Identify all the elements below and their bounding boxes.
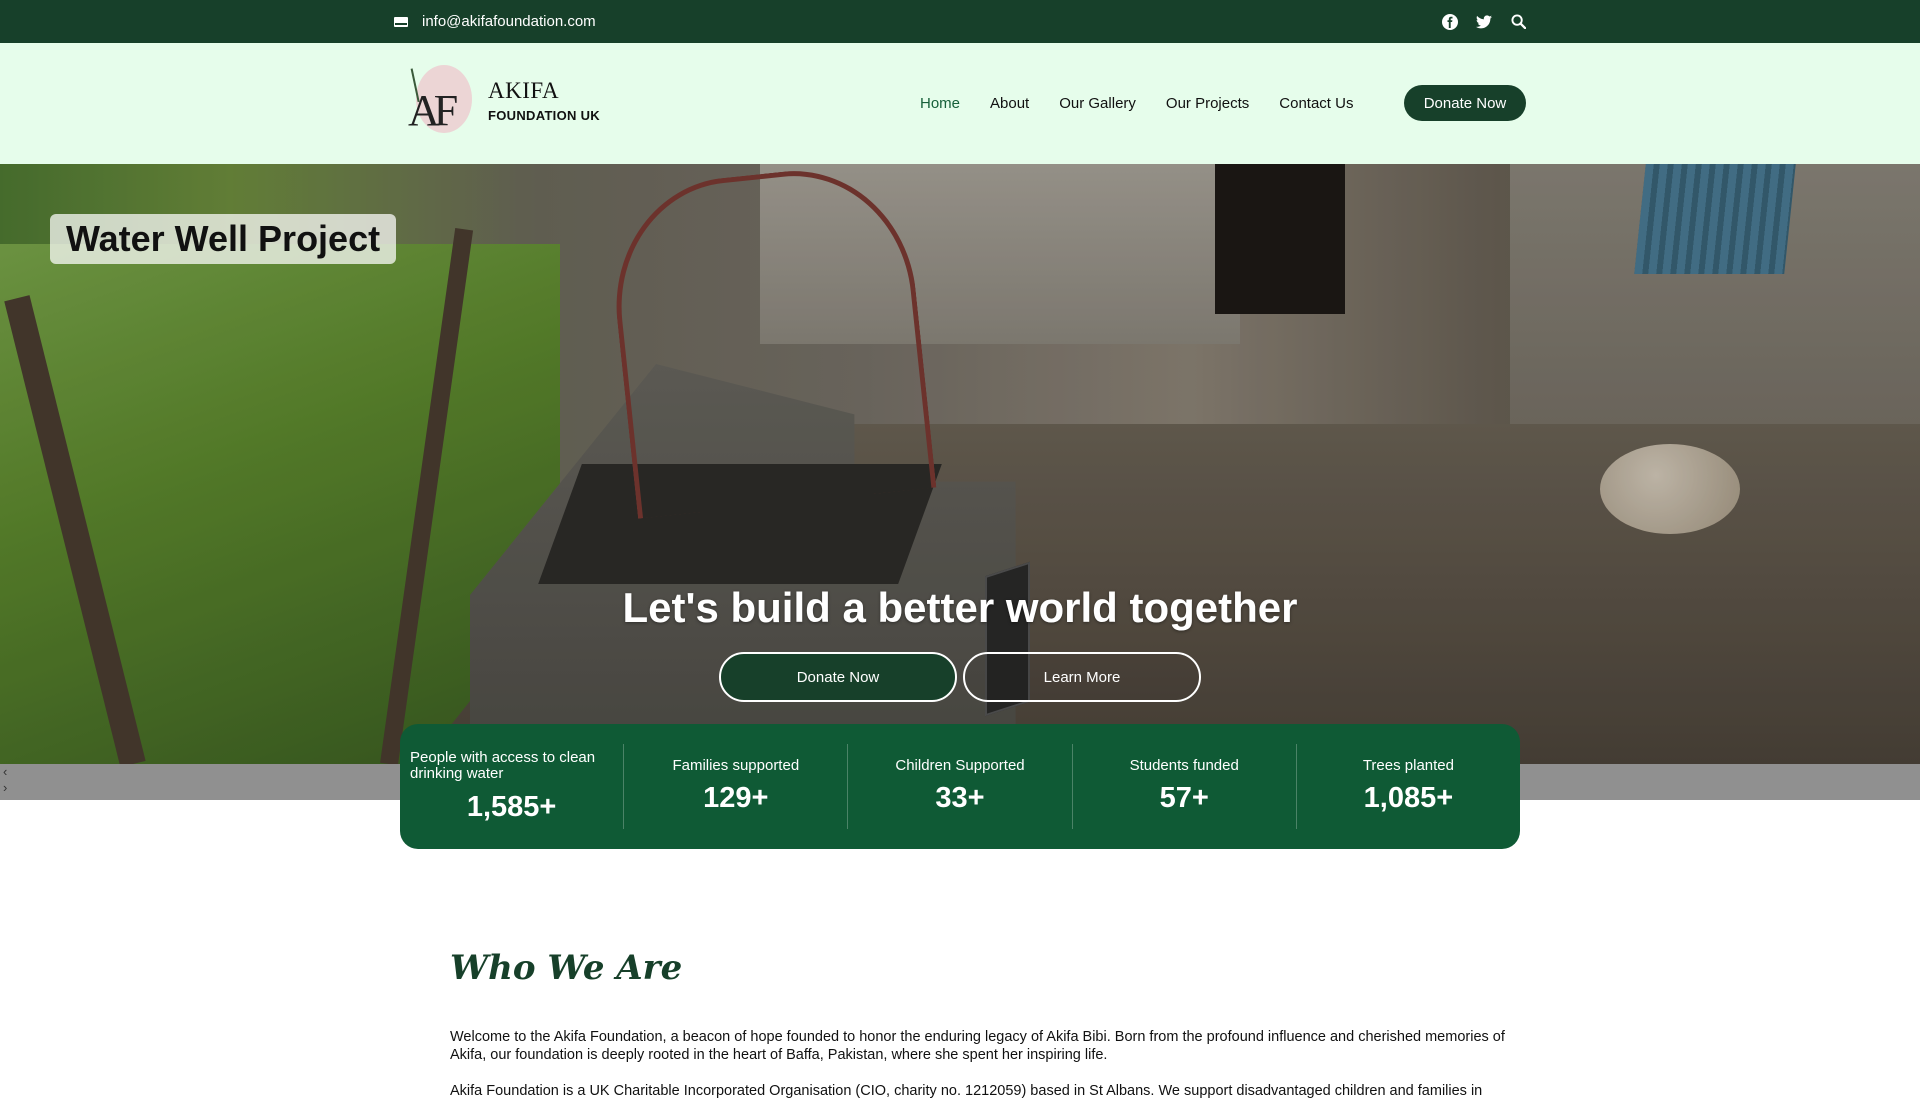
hero-buttons: Donate Now Learn More bbox=[719, 652, 1201, 702]
stat-label: Trees planted bbox=[1362, 756, 1454, 774]
nav-gallery[interactable]: Our Gallery bbox=[1059, 95, 1136, 112]
nav-home[interactable]: Home bbox=[920, 95, 960, 112]
stat-item: Children Supported 33+ bbox=[848, 744, 1073, 829]
charity-paragraph: Akifa Foundation is a UK Charitable Inco… bbox=[450, 1083, 1483, 1100]
stat-label: People with access to clean drinking wat… bbox=[410, 748, 596, 782]
intro-paragraph: Welcome to the Akifa Foundation, a beaco… bbox=[450, 1029, 1505, 1064]
hero-learn-more-button[interactable]: Learn More bbox=[963, 652, 1201, 702]
search-icon[interactable] bbox=[1510, 14, 1526, 30]
site-header: AF AKIFA FOUNDATION UK Home About Our Ga… bbox=[0, 43, 1920, 164]
twitter-icon[interactable] bbox=[1476, 14, 1492, 30]
logo-mark: AF bbox=[402, 63, 474, 137]
impact-stats: People with access to clean drinking wat… bbox=[400, 724, 1520, 849]
site-logo[interactable]: AF AKIFA FOUNDATION UK bbox=[402, 63, 600, 137]
nav-projects[interactable]: Our Projects bbox=[1166, 95, 1249, 112]
stat-item: People with access to clean drinking wat… bbox=[400, 744, 625, 829]
main-nav: Home About Our Gallery Our Projects Cont… bbox=[920, 43, 1353, 164]
section-title: Who We Are bbox=[450, 948, 683, 988]
chevron-left-icon[interactable]: ‹ bbox=[3, 765, 13, 778]
logo-subtitle: FOUNDATION UK bbox=[488, 107, 600, 123]
stat-label: Families supported bbox=[672, 756, 800, 774]
stat-value: 57+ bbox=[1159, 782, 1209, 815]
project-title-badge: Water Well Project bbox=[50, 214, 397, 264]
stat-value: 1,085+ bbox=[1363, 782, 1454, 815]
facebook-icon[interactable] bbox=[1442, 13, 1458, 30]
contact-email[interactable]: info@akifafoundation.com bbox=[394, 0, 596, 43]
logo-letters: AF bbox=[408, 86, 458, 135]
stat-value: 1,585+ bbox=[466, 790, 557, 823]
stat-label: Children Supported bbox=[895, 756, 1025, 774]
stat-item: Students funded 57+ bbox=[1073, 744, 1297, 829]
stat-label: Students funded bbox=[1129, 756, 1239, 774]
top-bar: info@akifafoundation.com bbox=[0, 0, 1920, 43]
stat-value: 129+ bbox=[703, 782, 769, 815]
stat-item: Trees planted 1,085+ bbox=[1297, 744, 1520, 829]
hero-donate-button[interactable]: Donate Now bbox=[719, 652, 957, 702]
stat-item: Families supported 129+ bbox=[624, 744, 849, 829]
logo-title: AKIFA bbox=[488, 77, 560, 103]
nav-about[interactable]: About bbox=[990, 95, 1029, 112]
email-text[interactable]: info@akifafoundation.com bbox=[422, 13, 596, 30]
chevron-right-icon[interactable]: › bbox=[3, 781, 13, 794]
envelope-icon bbox=[394, 16, 408, 27]
stat-value: 33+ bbox=[935, 782, 985, 815]
header-donate-button[interactable]: Donate Now bbox=[1404, 85, 1526, 121]
logo-text: AKIFA FOUNDATION UK bbox=[488, 78, 600, 123]
hero-slider: Water Well Project Let's build a better … bbox=[0, 164, 1920, 764]
nav-contact[interactable]: Contact Us bbox=[1279, 95, 1353, 112]
hero-heading: Let's build a better world together bbox=[622, 584, 1298, 631]
who-we-are-section: Who We Are Welcome to the Akifa Foundati… bbox=[450, 948, 1530, 1100]
social-links bbox=[1442, 0, 1526, 43]
